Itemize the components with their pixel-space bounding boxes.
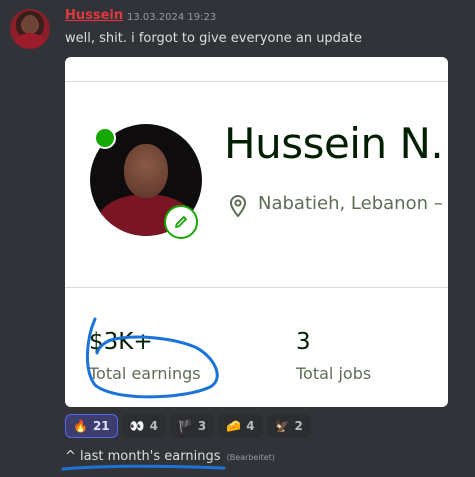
message-timestamp: 13.03.2024 19:23 bbox=[127, 12, 217, 23]
profile-name: Hussein N. bbox=[224, 119, 444, 168]
reaction-eyes[interactable]: 👀 4 bbox=[121, 414, 166, 438]
hand-drawn-underline-annotation bbox=[61, 464, 226, 471]
eyes-icon: 👀 bbox=[129, 419, 145, 433]
reaction-england-flag[interactable]: 🏴 3 bbox=[169, 414, 215, 438]
reaction-fire[interactable]: 🔥 21 bbox=[65, 414, 118, 438]
fire-icon: 🔥 bbox=[73, 419, 88, 433]
total-earnings-value: $3K+ bbox=[89, 329, 153, 355]
online-status-indicator bbox=[94, 127, 116, 149]
total-jobs-label: Total jobs bbox=[296, 364, 372, 383]
username[interactable]: Hussein bbox=[65, 8, 123, 23]
reaction-count: 3 bbox=[197, 419, 207, 433]
followup-text: ^ last month's earnings bbox=[65, 449, 221, 464]
reaction-eagle[interactable]: 🦅 2 bbox=[266, 414, 311, 438]
reaction-count: 4 bbox=[246, 419, 255, 433]
divider bbox=[65, 287, 448, 288]
pencil-icon bbox=[175, 216, 187, 228]
reaction-cheese[interactable]: 🧀 4 bbox=[218, 414, 263, 438]
reaction-count: 2 bbox=[294, 419, 303, 433]
followup-message: ^ last month's earnings (Bearbeitet) bbox=[65, 449, 275, 464]
edited-label: (Bearbeitet) bbox=[226, 453, 275, 462]
profile-location: Nabatieh, Lebanon – bbox=[258, 193, 443, 214]
message-text: well, shit. i forgot to give everyone an… bbox=[65, 31, 362, 46]
total-jobs-value: 3 bbox=[296, 329, 311, 355]
cheese-icon: 🧀 bbox=[226, 419, 242, 433]
reaction-count: 21 bbox=[92, 419, 110, 433]
location-pin-icon bbox=[229, 195, 247, 218]
profile-screenshot-image[interactable]: Hussein N. Nabatieh, Lebanon – $3K+ Tota… bbox=[65, 57, 448, 407]
eagle-icon: 🦅 bbox=[274, 419, 290, 433]
divider bbox=[65, 81, 448, 82]
england-flag-icon: 🏴 bbox=[177, 419, 193, 433]
reaction-count: 4 bbox=[149, 419, 158, 433]
edit-photo-button[interactable] bbox=[164, 205, 198, 239]
chat-area: Hussein 13.03.2024 19:23 well, shit. i f… bbox=[0, 0, 475, 477]
user-avatar[interactable] bbox=[10, 9, 50, 49]
reactions-bar: 🔥 21 👀 4 🏴 3 🧀 4 🦅 2 bbox=[65, 414, 311, 438]
total-earnings-label: Total earnings bbox=[89, 364, 201, 383]
